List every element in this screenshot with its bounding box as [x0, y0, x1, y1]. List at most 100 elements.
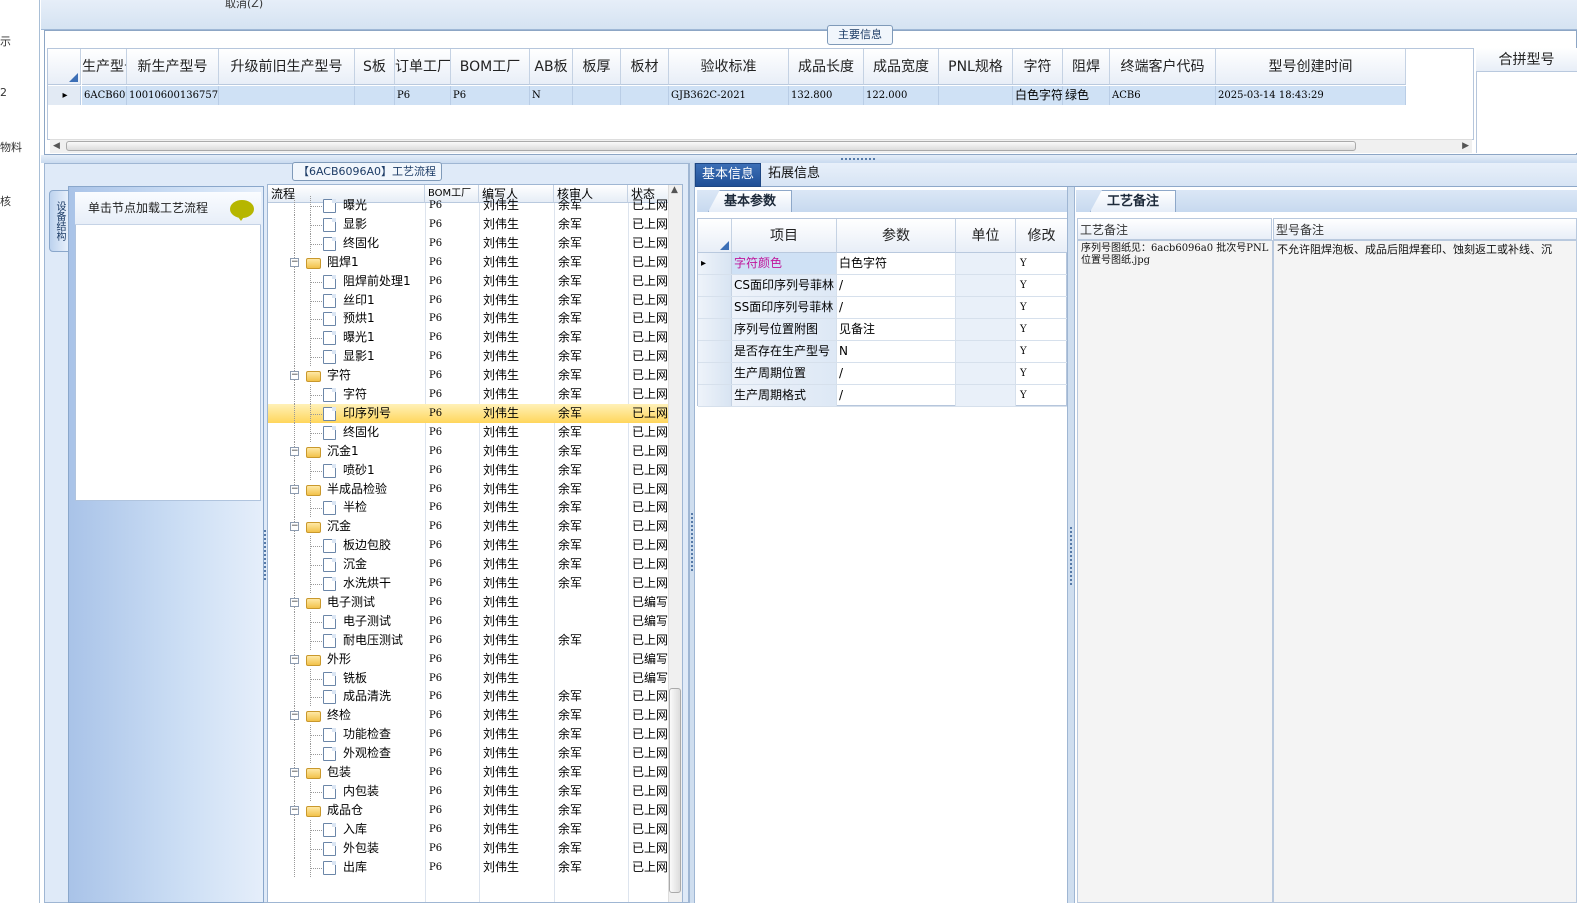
- tab-basic-info[interactable]: 基本信息: [695, 163, 761, 187]
- collapse-toggle-icon[interactable]: −: [290, 597, 299, 607]
- main-col-header[interactable]: 型号创建时间: [1216, 49, 1406, 85]
- param-row[interactable]: 是否存在生产型号 N Y: [698, 341, 1068, 363]
- col-header-edit[interactable]: 修改: [1016, 219, 1068, 253]
- main-cell[interactable]: [355, 86, 395, 105]
- flow-row[interactable]: 半检 P6 刘伟生 余军 已上网: [268, 498, 668, 518]
- scroll-right-icon[interactable]: ▶: [1462, 141, 1469, 151]
- flow-row[interactable]: 入库 P6 刘伟生 余军 已上网: [268, 819, 668, 839]
- param-cell-unit[interactable]: [956, 319, 1016, 340]
- flow-row[interactable]: 喷砂1 P6 刘伟生 余军 已上网: [268, 460, 668, 480]
- flow-row[interactable]: − 阻焊1 P6 刘伟生 余军 已上网: [268, 252, 668, 272]
- param-cell-edit[interactable]: Y: [1016, 363, 1068, 384]
- main-col-header[interactable]: 成品宽度: [864, 49, 939, 85]
- param-row[interactable]: CS面印序列号菲林 / Y: [698, 275, 1068, 297]
- param-cell-edit[interactable]: Y: [1016, 253, 1068, 274]
- main-col-header[interactable]: 终端客户代码: [1110, 49, 1216, 85]
- main-grid-scroll-thumb[interactable]: [66, 141, 1356, 151]
- flow-row[interactable]: 终固化 P6 刘伟生 余军 已上网: [268, 422, 668, 442]
- flow-row[interactable]: − 成品仓 P6 刘伟生 余军 已上网: [268, 800, 668, 820]
- main-col-header[interactable]: S板: [355, 49, 395, 85]
- main-cell[interactable]: P6: [451, 86, 530, 105]
- tab-process-remarks[interactable]: 工艺备注: [1090, 190, 1176, 212]
- param-cell-edit[interactable]: Y: [1016, 297, 1068, 318]
- left-nav-item[interactable]: 核: [0, 193, 11, 209]
- param-cell-unit[interactable]: [956, 341, 1016, 362]
- model-remark-textarea[interactable]: 不允许阻焊泡板、成品后阻焊套印、蚀刻返工或补线、沉: [1273, 240, 1577, 903]
- flow-row[interactable]: 显影1 P6 刘伟生 余军 已上网: [268, 347, 668, 367]
- col-header-value[interactable]: 参数: [837, 219, 956, 253]
- main-cell[interactable]: 2025-03-14 18:43:29: [1216, 86, 1406, 105]
- param-cell-item[interactable]: 字符颜色: [732, 253, 837, 274]
- main-col-header[interactable]: 字符: [1013, 49, 1063, 85]
- flow-row[interactable]: 外包装 P6 刘伟生 余军 已上网: [268, 838, 668, 858]
- collapse-toggle-icon[interactable]: −: [290, 257, 299, 267]
- main-col-header[interactable]: 板材: [621, 49, 669, 85]
- param-cell-item[interactable]: 是否存在生产型号: [732, 341, 837, 362]
- param-cell-unit[interactable]: [956, 253, 1016, 274]
- flow-row[interactable]: 板边包胶 P6 刘伟生 余军 已上网: [268, 536, 668, 556]
- flow-tree-grid[interactable]: 流程 BOM工厂 编写人 核审人 状态 曝光 P6 刘伟生 余军 已上网 显影 P6 刘伟生余…: [267, 184, 683, 903]
- collapse-toggle-icon[interactable]: −: [290, 522, 299, 532]
- main-cell[interactable]: [573, 86, 621, 105]
- main-cell[interactable]: 绿色: [1063, 86, 1110, 105]
- main-cell[interactable]: [219, 86, 355, 105]
- splitter-grip[interactable]: [1070, 527, 1072, 587]
- param-cell-edit[interactable]: Y: [1016, 275, 1068, 296]
- flow-row[interactable]: − 沉金 P6 刘伟生 余军 已上网: [268, 517, 668, 537]
- flow-row[interactable]: − 终检 P6 刘伟生 余军 已上网: [268, 706, 668, 726]
- param-cell-item[interactable]: 生产周期格式: [732, 385, 837, 406]
- param-cell-unit[interactable]: [956, 363, 1016, 384]
- param-row[interactable]: 序列号位置附图 见备注 Y: [698, 319, 1068, 341]
- main-cell[interactable]: [939, 86, 1013, 105]
- main-col-header[interactable]: 新生产型号: [127, 49, 219, 85]
- collapse-toggle-icon[interactable]: −: [290, 805, 299, 815]
- collapse-toggle-icon[interactable]: −: [290, 446, 299, 456]
- splitter-grip[interactable]: [691, 513, 693, 573]
- params-grid[interactable]: 项目 参数 单位 修改 ▸ 字符颜色 白色字符 Y CS面印序列号菲林 / Y SS面印序列号…: [697, 218, 1068, 407]
- main-info-grid[interactable]: 生产型号新生产型号升级前旧生产型号S板订单工厂BOM工厂AB板板厚板材验收标准成…: [47, 48, 1474, 140]
- main-cell[interactable]: GJB362C-2021: [669, 86, 789, 105]
- flow-row[interactable]: 沉金 P6 刘伟生 余军 已上网: [268, 555, 668, 575]
- param-cell-edit[interactable]: Y: [1016, 341, 1068, 362]
- tab-extended-info[interactable]: 拓展信息: [763, 163, 825, 187]
- process-remark-textarea[interactable]: 序列号图纸见：6acb6096a0 批次号PNL位置号图纸.jpg: [1077, 240, 1273, 903]
- param-cell-edit[interactable]: Y: [1016, 385, 1068, 406]
- flow-row[interactable]: 铣板 P6 刘伟生 已编写: [268, 668, 668, 688]
- main-col-header[interactable]: 成品长度: [789, 49, 864, 85]
- flow-scroll-thumb[interactable]: [669, 688, 681, 893]
- param-cell-value[interactable]: 见备注: [837, 319, 956, 340]
- param-cell-value[interactable]: /: [837, 363, 956, 384]
- main-col-header[interactable]: 验收标准: [669, 49, 789, 85]
- param-cell-value[interactable]: /: [837, 385, 956, 406]
- flow-row[interactable]: 出库 P6 刘伟生 余军 已上网: [268, 857, 668, 877]
- param-row[interactable]: 生产周期位置 / Y: [698, 363, 1068, 385]
- param-cell-value[interactable]: /: [837, 275, 956, 296]
- param-cell-value[interactable]: /: [837, 297, 956, 318]
- flow-row[interactable]: 外观检查 P6 刘伟生 余军 已上网: [268, 744, 668, 764]
- main-cell[interactable]: [621, 86, 669, 105]
- flow-row[interactable]: 预烘1 P6 刘伟生 余军 已上网: [268, 309, 668, 329]
- main-col-header[interactable]: 订单工厂: [395, 49, 451, 85]
- flow-row[interactable]: − 包装 P6 刘伟生 余军 已上网: [268, 763, 668, 782]
- col-header-unit[interactable]: 单位: [956, 219, 1016, 253]
- main-cell[interactable]: P6: [395, 86, 451, 105]
- main-col-header[interactable]: 阻焊: [1063, 49, 1110, 85]
- vertical-tab-equipment[interactable]: 设备结构: [49, 190, 69, 252]
- main-col-header[interactable]: PNL规格: [939, 49, 1013, 85]
- param-cell-edit[interactable]: Y: [1016, 319, 1068, 340]
- main-cell[interactable]: 6ACB6096A0: [82, 86, 127, 105]
- flow-row[interactable]: − 电子测试 P6 刘伟生 已编写: [268, 592, 668, 612]
- flow-row[interactable]: 曝光1 P6 刘伟生 余军 已上网: [268, 328, 668, 348]
- main-col-header[interactable]: AB板: [530, 49, 573, 85]
- main-cell[interactable]: 白色字符: [1013, 86, 1063, 105]
- flow-row[interactable]: 耐电压测试 P6 刘伟生 余军 已上网: [268, 630, 668, 650]
- param-row[interactable]: 生产周期格式 / Y: [698, 385, 1068, 407]
- main-cell[interactable]: 132.800: [789, 86, 864, 105]
- splitter-grip[interactable]: [264, 530, 266, 580]
- flow-row[interactable]: 成品清洗 P6 刘伟生 余军 已上网: [268, 687, 668, 707]
- collapse-toggle-icon[interactable]: −: [290, 768, 299, 777]
- main-col-header[interactable]: 板厚: [573, 49, 621, 85]
- flow-row[interactable]: 显影 P6 刘伟生 余军 已上网: [268, 214, 668, 234]
- col-header-item[interactable]: 项目: [732, 219, 837, 253]
- flow-row[interactable]: 电子测试 P6 刘伟生 已编写: [268, 611, 668, 631]
